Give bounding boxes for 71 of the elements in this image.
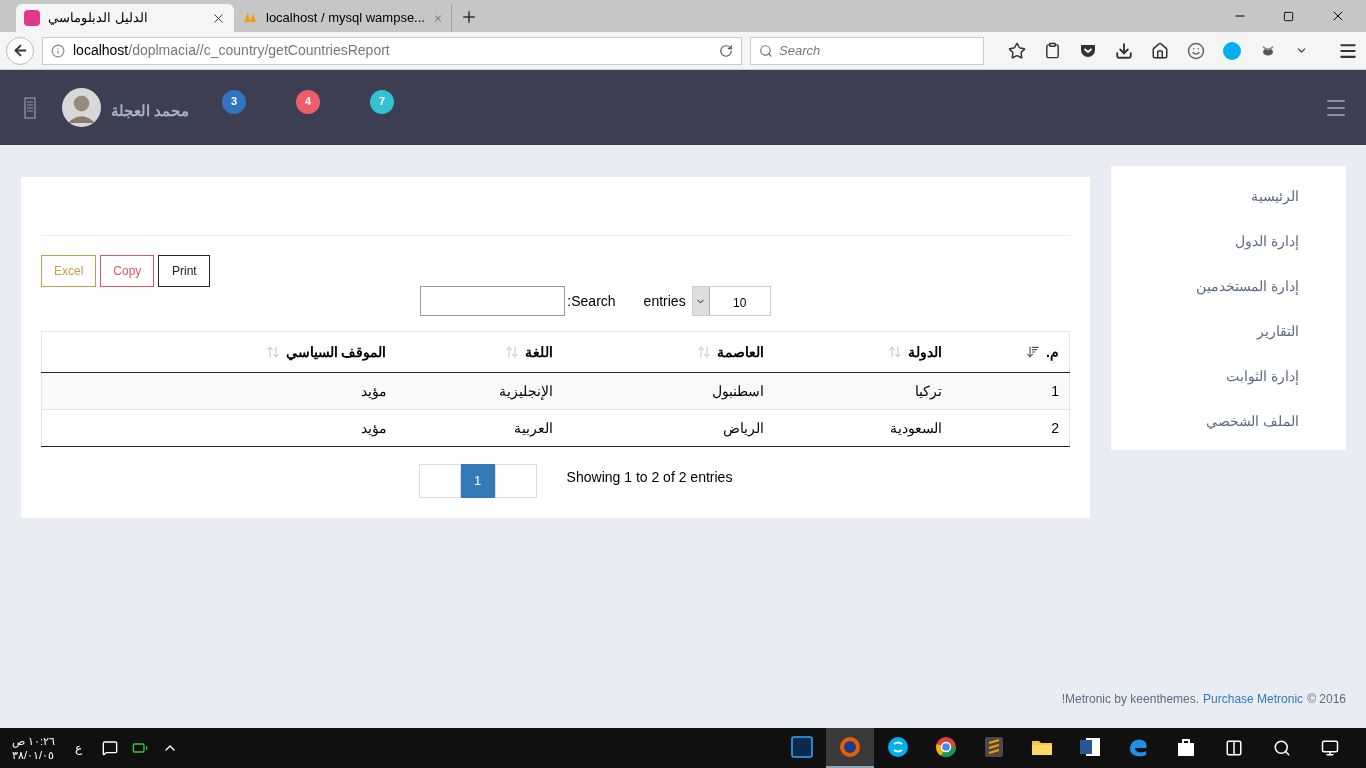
search-icon[interactable] <box>1273 739 1291 757</box>
table-cell: مؤيد <box>41 372 397 410</box>
url-field[interactable]: localhost/doplmacia//c_country/getCountriesReport <box>42 36 742 65</box>
chrome-icon[interactable] <box>934 735 958 759</box>
sort-icon <box>265 345 280 359</box>
sort-ascending-icon <box>1026 345 1041 359</box>
search-field[interactable]: Search <box>750 36 984 65</box>
battery-icon[interactable] <box>132 740 149 756</box>
sublime-icon[interactable] <box>982 735 1006 759</box>
tab-title: الدليل الدبلوماسي <box>48 9 149 28</box>
column-header[interactable]: الدولة <box>773 331 952 373</box>
info-icon[interactable] <box>51 43 65 58</box>
table-cell: 1 <box>951 372 1070 410</box>
url-text: localhost/doplmacia//c_country/getCountriesReport <box>73 41 391 60</box>
sort-icon <box>696 345 711 359</box>
notifications-icon[interactable] <box>102 740 119 756</box>
restore-icon[interactable] <box>1283 10 1294 22</box>
bookmark-star-icon[interactable] <box>1008 41 1026 60</box>
search-icon <box>759 43 773 58</box>
clock-date[interactable]: ٣٨/٠١/٠٥ <box>12 748 55 762</box>
sidebar-link[interactable]: التقارير <box>1257 321 1299 344</box>
sidebar-link[interactable]: الرئيسية <box>1251 186 1299 209</box>
column-header[interactable]: الموقف السياسي <box>41 331 397 373</box>
search-label: :Search <box>567 291 616 311</box>
entries-label: entries <box>643 291 686 311</box>
column-header[interactable]: العاصمة <box>562 331 774 373</box>
previous-page-button[interactable] <box>494 464 537 498</box>
task-view-icon[interactable] <box>1225 739 1243 757</box>
clock-time[interactable]: ١٠:٢٦ ص <box>12 734 56 748</box>
sidebar-link[interactable]: إدارة الثوابت <box>1226 366 1299 389</box>
tab-title: localhost / mysql wampse... <box>266 9 425 28</box>
page-length-value: 10 <box>731 295 748 312</box>
search-field[interactable] <box>420 286 566 316</box>
column-header[interactable]: اللغة <box>396 331 563 373</box>
notification-badge[interactable]: 4 <box>296 89 321 114</box>
reading-list-icon[interactable] <box>1044 42 1061 59</box>
sidebar-link[interactable]: إدارة الدول <box>1235 231 1299 254</box>
home-icon[interactable] <box>1151 41 1169 60</box>
page-button[interactable]: 1 <box>460 464 495 498</box>
new-tab-icon[interactable] <box>460 8 478 26</box>
smiley-icon[interactable] <box>1187 41 1205 60</box>
copyright-text: © 2016 <box>1307 691 1346 708</box>
download-icon[interactable] <box>1115 41 1133 60</box>
notification-badge[interactable]: 3 <box>222 89 247 114</box>
sidebar-link[interactable]: إدارة المستخدمين <box>1196 276 1299 299</box>
browser-tab[interactable]: الدليل الدبلوماسي <box>16 4 234 32</box>
footer-text: !Metronic by keenthemes. <box>1061 691 1200 708</box>
table-info: Showing 1 to 2 of 2 entries <box>566 467 733 487</box>
table-cell: مؤيد <box>41 409 397 447</box>
reload-icon[interactable] <box>719 43 733 58</box>
user-name[interactable]: محمد العجلة <box>111 100 190 123</box>
table-cell: اسطنبول <box>562 372 774 410</box>
table-cell: تركيا <box>773 372 952 410</box>
sort-icon <box>504 345 519 359</box>
back-button[interactable] <box>6 36 34 65</box>
input-language[interactable]: ع <box>75 739 83 757</box>
table-cell: الإنجليزية <box>396 372 563 410</box>
firefox-icon[interactable] <box>838 735 862 759</box>
table-cell: السعودية <box>773 409 952 447</box>
table-cell: العربية <box>396 409 563 447</box>
column-header[interactable]: م. <box>951 331 1070 373</box>
purchase-link[interactable]: Purchase Metronic <box>1203 690 1304 708</box>
table-cell: 2 <box>951 409 1070 447</box>
sidebar-link[interactable]: الملف الشخصي <box>1206 411 1299 434</box>
search-input[interactable]: Search <box>779 40 975 61</box>
sort-icon <box>887 345 902 359</box>
export-button[interactable]: Print <box>158 255 211 287</box>
page-length-select[interactable]: 10 <box>691 286 771 316</box>
export-button[interactable]: Copy <box>100 255 155 287</box>
table-cell: الرياض <box>562 409 774 447</box>
user-avatar[interactable] <box>62 88 101 127</box>
